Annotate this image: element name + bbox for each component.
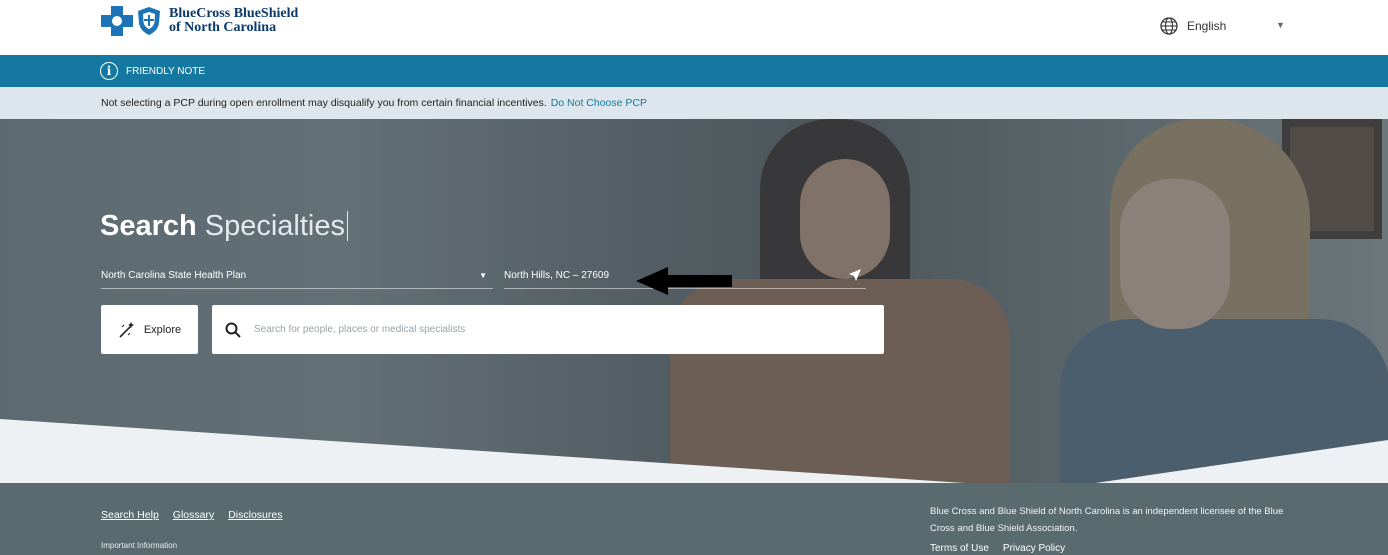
logo-text: BlueCross BlueShield of North Carolina [169,6,299,35]
important-information: Important Information [101,541,178,550]
chevron-down-icon: ▼ [479,271,487,280]
glossary-link[interactable]: Glossary [173,509,214,521]
language-selector[interactable]: English ▼ [1160,17,1285,35]
license-text: Blue Cross and Blue Shield of North Caro… [930,506,1284,534]
explore-wand-icon [119,321,134,338]
hero-title-bold: Search [100,210,197,242]
search-help-link[interactable]: Search Help [101,509,159,521]
site-footer: Search Help Glossary Disclosures Importa… [0,483,1388,555]
hero-title-sub: Specialties [204,210,345,242]
plan-select[interactable]: North Carolina State Health Plan ▼ [101,265,493,289]
friendly-note-bar: i FRIENDLY NOTE [0,55,1388,87]
chevron-down-icon: ▼ [1276,20,1285,30]
search-input[interactable] [254,324,854,335]
friendly-note-label: FRIENDLY NOTE [126,65,206,77]
legal-links: Terms of Use Privacy Policy [930,543,1079,554]
text-cursor [346,211,348,241]
blue-shield-logo-icon [138,7,160,35]
hero-overlay [0,119,1388,483]
privacy-policy-link[interactable]: Privacy Policy [1003,543,1065,554]
site-header: BlueCross BlueShield of North Carolina E… [0,0,1388,55]
disclosures-link[interactable]: Disclosures [228,509,282,521]
explore-button[interactable]: Explore [101,305,198,354]
search-icon [225,322,241,338]
hero-title: Search Specialties [100,210,348,243]
location-arrow-icon[interactable] [848,268,862,282]
bcbsnc-logo[interactable]: BlueCross BlueShield of North Carolina [101,6,298,36]
do-not-choose-pcp-link[interactable]: Do Not Choose PCP [551,97,647,109]
annotation-arrow-icon [636,267,732,295]
note-text: Not selecting a PCP during open enrollme… [101,97,547,109]
friendly-note-message: Not selecting a PCP during open enrollme… [0,87,1388,119]
blue-cross-logo-icon [101,6,133,36]
plan-value: North Carolina State Health Plan [101,270,247,281]
terms-of-use-link[interactable]: Terms of Use [930,543,989,554]
language-label: English [1187,19,1227,33]
search-box[interactable] [212,305,884,354]
footer-links: Search Help Glossary Disclosures [101,509,296,521]
location-value: North Hills, NC – 27609 [504,270,610,281]
globe-icon [1160,17,1178,35]
hero-banner: Search Specialties North Carolina State H… [0,119,1388,483]
info-icon: i [100,62,118,80]
explore-label: Explore [143,323,182,336]
